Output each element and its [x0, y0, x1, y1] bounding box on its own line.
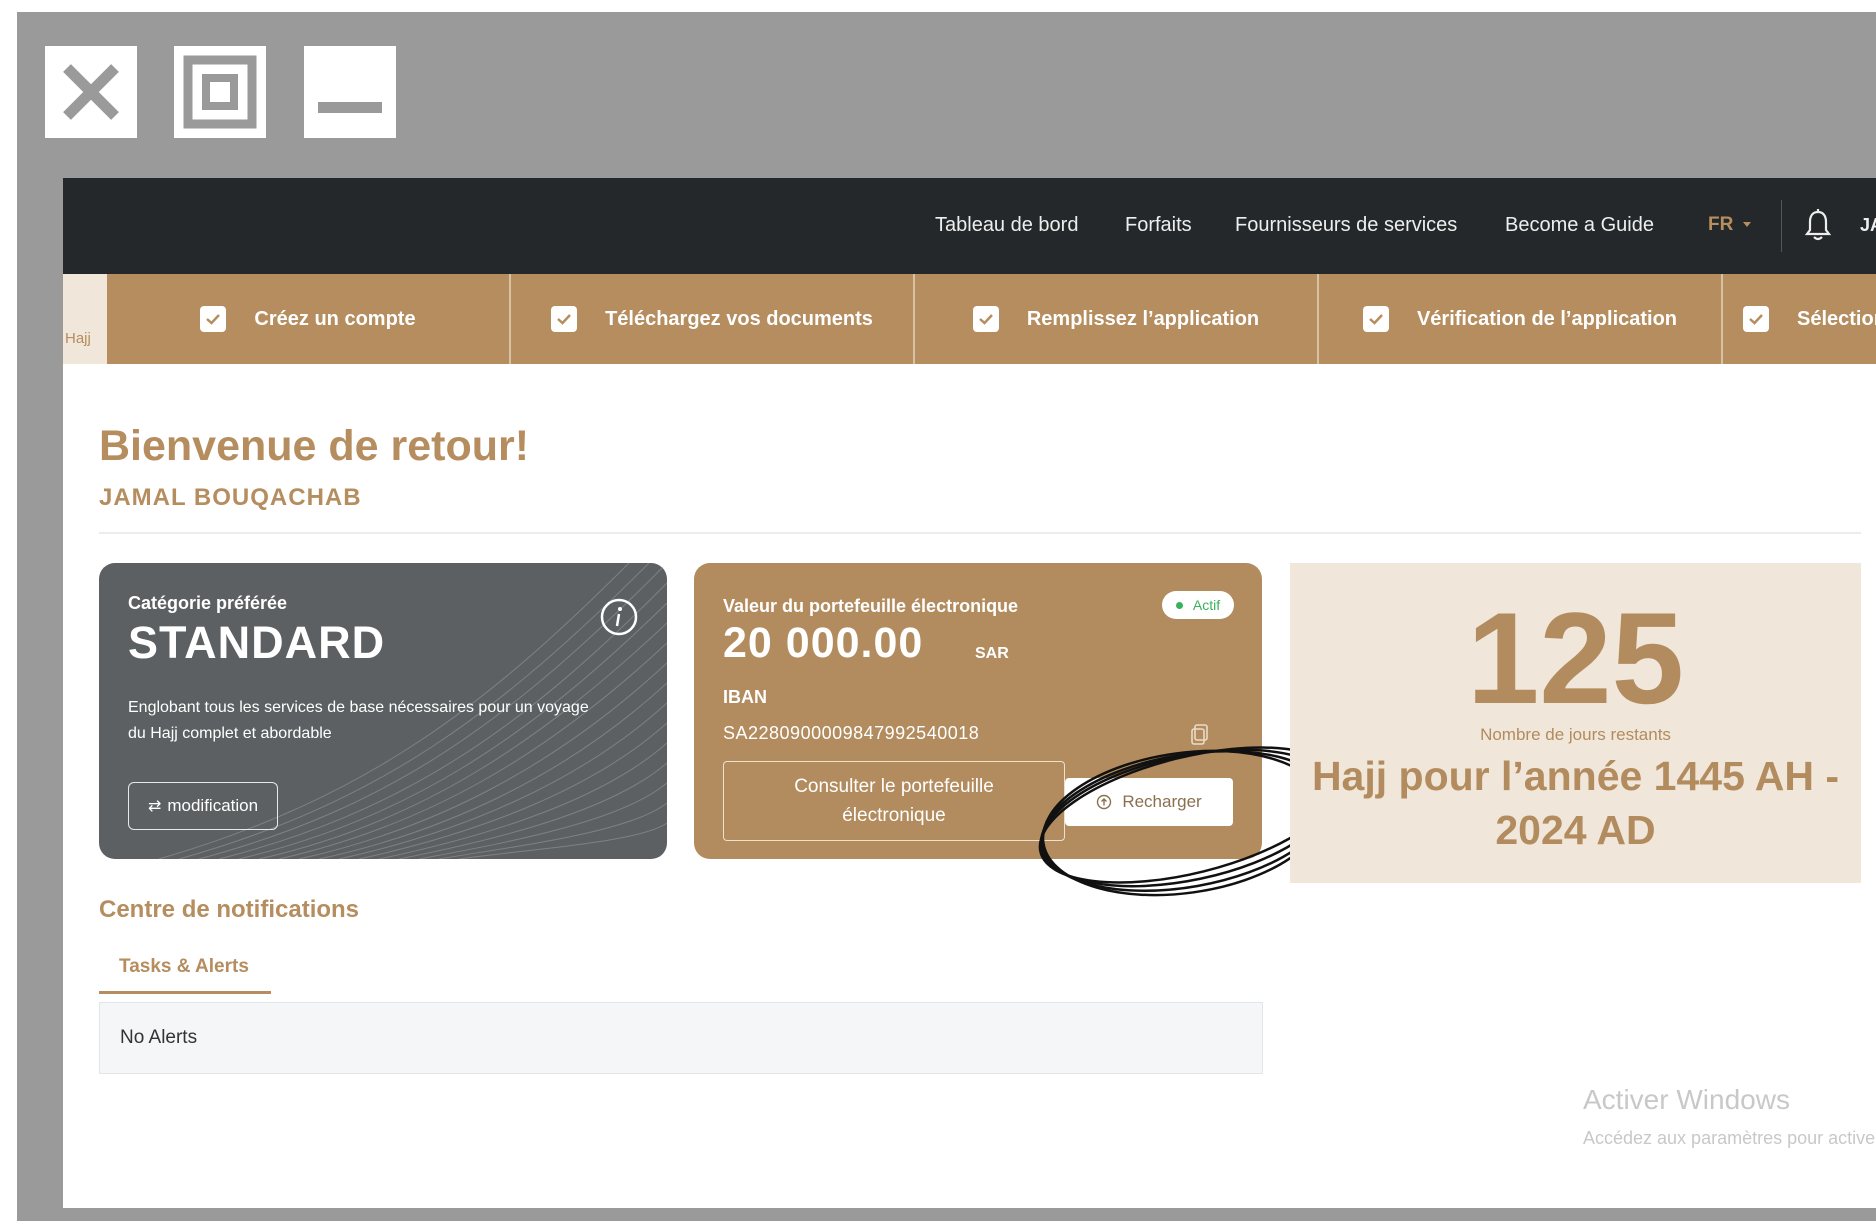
progress-steps: Hajj Créez un compte Téléchargez vos doc…	[63, 274, 1876, 364]
modification-button[interactable]: ⇄ modification	[128, 782, 278, 830]
status-text: Actif	[1192, 597, 1221, 613]
alerts-list: No Alerts	[99, 1002, 1263, 1074]
step-fill-application[interactable]: Remplissez l’application	[915, 274, 1319, 364]
nav-packages[interactable]: Forfaits	[1125, 214, 1192, 237]
step-hajj-label: Hajj	[65, 330, 91, 347]
empty-alerts-text: No Alerts	[120, 1027, 198, 1048]
check-icon	[200, 306, 227, 332]
step-label: Créez un compte	[254, 307, 416, 330]
chevron-down-icon	[1743, 222, 1752, 228]
days-count: 125	[1467, 585, 1684, 731]
status-dot-icon	[1175, 601, 1183, 609]
step-label: Téléchargez vos documents	[605, 307, 873, 330]
user-name: JAMAL BOUQACHAB	[99, 484, 362, 511]
check-icon	[551, 306, 578, 332]
notifications-title: Centre de notifications	[99, 896, 360, 923]
divider	[99, 532, 1861, 534]
wallet-currency: SAR	[975, 645, 1009, 662]
step-create-account[interactable]: Créez un compte	[107, 274, 511, 364]
hajj-year: Hajj pour l’année 1445 AH - 2024 AD	[1311, 753, 1840, 853]
check-icon	[972, 306, 999, 332]
step-label: Vérification de l’application	[1416, 307, 1678, 330]
category-title: STANDARD	[128, 617, 386, 668]
step-upload-documents[interactable]: Téléchargez vos documents	[511, 274, 915, 364]
maximize-icon[interactable]	[174, 46, 266, 138]
copy-icon[interactable]	[1190, 723, 1212, 745]
step-hajj: Hajj	[63, 274, 107, 364]
iban-value: SA2280900009847992540018	[723, 723, 980, 743]
minimize-icon[interactable]	[304, 46, 396, 138]
wallet-card: Valeur du portefeuille électronique Acti…	[694, 563, 1262, 859]
recharge-label: Recharger	[1122, 792, 1202, 811]
windows-activation-title: Activer Windows	[1583, 1084, 1790, 1115]
modification-label: modification	[167, 796, 259, 815]
user-menu[interactable]: JAM	[1860, 215, 1876, 236]
language-selector[interactable]: FR	[1708, 214, 1752, 236]
windows-activation-subtitle: Accédez aux paramètres pour activer	[1583, 1128, 1876, 1148]
consult-wallet-button[interactable]: Consulter le portefeuille électronique	[723, 761, 1065, 841]
days-label: Nombre de jours restants	[1480, 725, 1671, 744]
recharge-button[interactable]: Recharger	[1065, 778, 1233, 826]
iban-label: IBAN	[723, 687, 767, 707]
app-screen: Tableau de bord Forfaits Fournisseurs de…	[63, 178, 1876, 1208]
check-icon	[1362, 306, 1389, 332]
check-icon	[1743, 306, 1769, 332]
step-label: Remplissez l’application	[1026, 307, 1260, 330]
tab-tasks-alerts[interactable]: Tasks & Alerts	[99, 946, 271, 994]
status-badge: Actif	[1162, 591, 1234, 619]
category-card: Catégorie préférée STANDARD Englobant to…	[99, 563, 667, 859]
upload-icon	[1097, 794, 1112, 810]
category-description: Englobant tous les services de base néce…	[128, 699, 589, 742]
nav-service-providers[interactable]: Fournisseurs de services	[1235, 214, 1457, 237]
swap-icon: ⇄	[147, 798, 162, 815]
info-icon[interactable]	[599, 597, 639, 637]
nav-divider	[1781, 200, 1782, 252]
step-select[interactable]: Sélectionnez	[1723, 274, 1876, 364]
wallet-label: Valeur du portefeuille électronique	[723, 596, 1019, 616]
close-icon[interactable]	[45, 46, 137, 138]
nav-dashboard[interactable]: Tableau de bord	[935, 214, 1078, 237]
step-verify-application[interactable]: Vérification de l’application	[1319, 274, 1723, 364]
wallet-amount: 20 000.00	[723, 619, 924, 667]
window-frame: Tableau de bord Forfaits Fournisseurs de…	[17, 12, 1876, 1221]
category-label: Catégorie préférée	[128, 593, 288, 613]
top-navigation: Tableau de bord Forfaits Fournisseurs de…	[63, 178, 1876, 274]
nav-become-guide[interactable]: Become a Guide	[1505, 214, 1654, 237]
bell-icon[interactable]	[1803, 208, 1833, 242]
days-remaining-card: 125 Nombre de jours restants Hajj pour l…	[1290, 563, 1861, 883]
step-label: Sélectionnez	[1797, 307, 1876, 330]
page-title: Bienvenue de retour!	[99, 422, 530, 470]
